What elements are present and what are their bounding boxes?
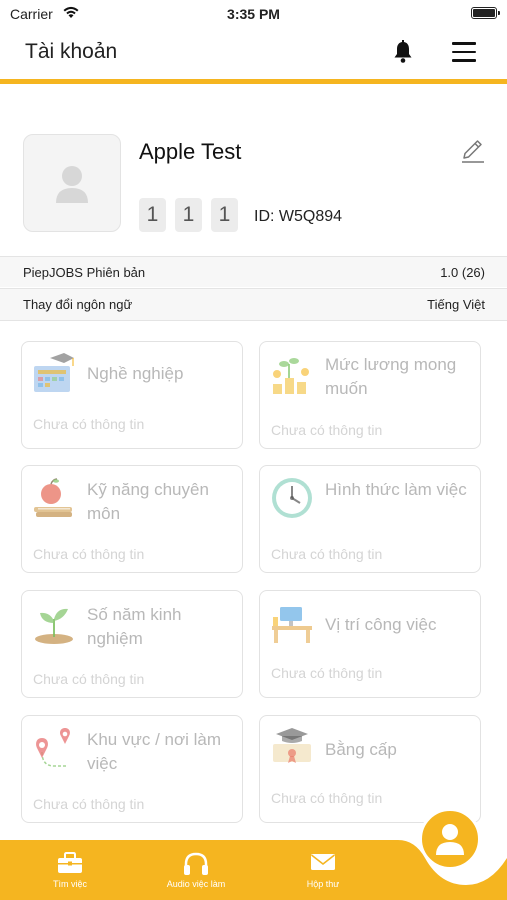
desk-icon [272,607,312,643]
card-title: Vị trí công việc [325,615,437,634]
card-subtitle: Chưa có thông tin [33,546,145,562]
card-career[interactable]: Nghề nghiệp Chưa có thông tin [21,341,243,449]
tab-label: Hộp thư [306,879,340,889]
card-subtitle: Chưa có thông tin [33,796,145,812]
card-title: Kỹ năng chuyên môn [87,480,209,523]
mail-icon [311,854,335,870]
graduation-icon [273,728,311,763]
page-title: Tài khoản [25,40,118,63]
status-bar: Carrier 3:35 PM [0,0,507,30]
battery-icon [471,7,500,19]
career-icon [34,353,74,392]
stat-digit: 1 [139,198,166,232]
tab-audio-jobs[interactable]: Audio việc làm [141,840,251,900]
language-value: Tiếng Việt [427,297,485,312]
tab-label: Tìm việc [52,879,87,889]
user-icon [436,824,464,855]
location-icon [36,728,70,767]
stat-digits: 1 1 1 [139,198,238,232]
card-subtitle: Chưa có thông tin [271,546,383,562]
language-row[interactable]: Thay đổi ngôn ngữ Tiếng Việt [0,288,507,321]
profile-section: Apple Test 1 1 1 ID: W5Q894 [0,84,507,256]
language-label: Thay đổi ngôn ngữ [23,297,133,312]
app-version-row: PiepJOBS Phiên bản 1.0 (26) [0,256,507,287]
card-subtitle: Chưa có thông tin [271,665,383,681]
top-header: Tài khoản [0,30,507,80]
card-title: Nghề nghiệp [87,364,184,383]
card-work-type[interactable]: Hình thức làm việc Chưa có thông tin [259,465,481,573]
card-experience[interactable]: Số năm kinh nghiệm Chưa có thông tin [21,590,243,698]
clock-icon [272,478,312,518]
card-title: Bằng cấp [325,740,397,759]
user-placeholder-icon [56,166,88,203]
card-title: Mức lương mong muốn [325,355,457,398]
salary-icon [273,358,309,394]
app-version-label: PiepJOBS Phiên bản [23,265,146,280]
profile-tab-button[interactable] [419,808,481,870]
card-degree[interactable]: Bằng cấp Chưa có thông tin [259,715,481,823]
card-skills[interactable]: Kỹ năng chuyên môn Chưa có thông tin [21,465,243,573]
card-subtitle: Chưa có thông tin [271,790,383,806]
menu-icon[interactable] [452,42,476,62]
card-title: Hình thức làm việc [325,480,467,499]
app-version-value: 1.0 (26) [440,265,485,280]
stat-digit: 1 [211,198,238,232]
tab-find-jobs[interactable]: Tìm việc [15,840,125,900]
user-id: ID: W5Q894 [254,208,343,225]
stat-digit: 1 [175,198,202,232]
tab-mailbox[interactable]: Hộp thư [268,840,378,900]
card-location[interactable]: Khu vực / nơi làm việc Chưa có thông tin [21,715,243,823]
bell-icon[interactable] [392,40,414,64]
skills-icon [34,478,72,517]
card-subtitle: Chưa có thông tin [33,671,145,687]
card-title: Số năm kinh nghiệm [87,605,182,648]
card-subtitle: Chưa có thông tin [33,416,145,432]
card-subtitle: Chưa có thông tin [271,422,383,438]
card-job-position[interactable]: Vị trí công việc Chưa có thông tin [259,590,481,698]
card-title: Khu vực / nơi làm việc [87,730,222,773]
headphones-icon [184,852,208,875]
edit-pencil-icon[interactable] [460,138,486,164]
user-name: Apple Test [139,139,242,164]
clock-time: 3:35 PM [227,6,280,22]
card-salary[interactable]: Mức lương mong muốn Chưa có thông tin [259,341,481,449]
plant-icon [35,608,73,644]
avatar[interactable] [23,134,121,232]
briefcase-icon [58,852,82,873]
tab-label: Audio việc làm [166,879,226,889]
